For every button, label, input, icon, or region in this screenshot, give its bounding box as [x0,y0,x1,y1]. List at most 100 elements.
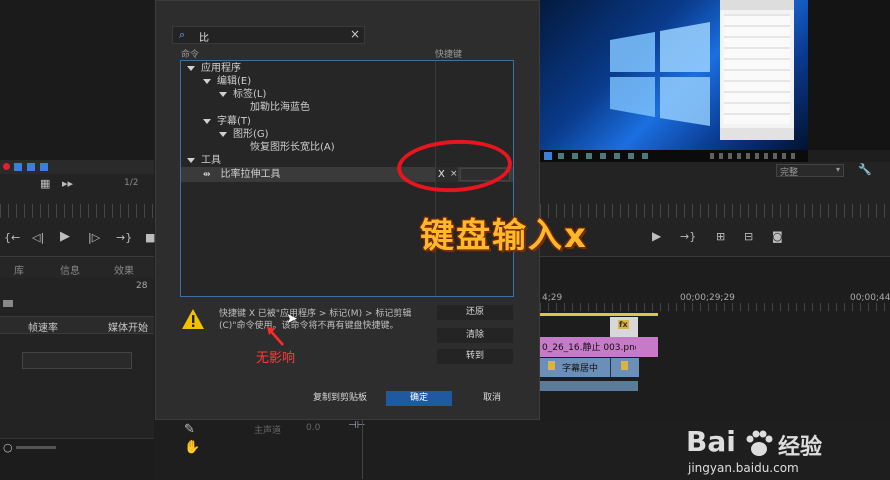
left-top-panel [0,0,154,160]
undo-button[interactable]: 还原 [437,305,513,320]
column-header: 帧速率 媒体开始 [0,316,154,334]
quality-value: 完整 [780,168,799,178]
list-item[interactable] [22,352,132,369]
cursor-icon: ➤ [286,311,298,327]
taskbar-apps [558,153,648,159]
zoom-slider[interactable] [16,446,56,449]
chat-window [720,0,794,140]
left-tabs-bar: 库 信息 效果 [0,256,154,279]
tab-info[interactable]: 信息 [60,262,80,277]
mark-in-icon[interactable]: {← [4,232,20,244]
fx-badge[interactable]: fx [610,317,638,337]
film-icon[interactable]: ▦ [40,178,50,190]
chat-header [720,0,794,10]
overlay-caption: 键盘输入x [420,216,588,256]
go-to-out-icon[interactable]: →} [116,232,132,244]
app-icon [27,163,35,171]
tree-item-label-menu[interactable]: 标签(L) [181,88,513,101]
paw-icon [746,430,773,456]
tree-item-label: 加勒比海蓝色 [250,102,310,113]
expand-triangle-icon[interactable] [219,91,227,97]
hand-icon[interactable]: ✋ [184,441,200,454]
tree-item-edit[interactable]: 编辑(E) [181,75,513,88]
tree-item-label: 比率拉伸工具 [220,169,281,180]
watermark-brand: Bai [686,425,736,458]
expand-triangle-icon[interactable] [187,65,195,71]
extract-icon[interactable]: ⊟ [744,231,753,243]
tree-item-label: 字幕(T) [217,116,251,127]
right-monitor-bar: 完整 ▾ 🔧 [540,162,890,180]
col-media-start[interactable]: 媒体开始 [108,319,148,334]
pen-icon[interactable]: ✎ [184,423,195,436]
step-icon[interactable]: ▸▸ [62,178,73,190]
rate-stretch-icon: ⇹ [203,170,211,180]
search-icon: ⌕ [179,28,186,41]
more-icon[interactable]: ■ [145,232,155,244]
track-label: 主声道 [254,426,282,436]
cancel-button[interactable]: 取消 [461,391,523,406]
tree-item-label: 编辑(E) [217,76,252,87]
expand-triangle-icon[interactable] [203,118,211,124]
search-input[interactable]: 比 [199,29,209,44]
timecode-c: 00;00;44; [850,293,890,303]
windows-logo-icon [610,22,710,126]
tree-item-label: 恢复图形长宽比(A) [250,142,335,153]
timecode-b: 00;00;29;29 [680,293,735,303]
ruler [540,303,890,311]
tab-library[interactable]: 库 [14,262,24,277]
start-icon[interactable] [544,152,552,160]
project-panel: 28 帧速率 媒体开始 ▤ ▣ ◧ ▥ [0,278,154,449]
annotation-no-effect: 无影响 [256,351,296,366]
play-icon[interactable]: ▶ [60,230,70,243]
search-field[interactable]: ⌕ 比 × [172,26,365,44]
goto-button[interactable]: 转到 [437,349,513,364]
clip-audio[interactable] [540,381,638,391]
expand-triangle-icon[interactable] [203,78,211,84]
clip-image[interactable]: 0_26_16.静止 003.png [540,337,658,357]
timecode-a: 4;29 [542,293,563,303]
tree-item-label: 标签(L) [233,89,267,100]
clear-icon[interactable]: × [350,27,360,41]
column-command[interactable]: 命令 [181,47,199,60]
tree-item-label: 应用程序 [201,63,241,74]
column-shortcut[interactable]: 快捷键 [435,47,462,60]
go-to-out-icon[interactable]: →} [680,231,696,243]
export-frame-icon[interactable]: ◙ [772,231,783,243]
expand-triangle-icon[interactable] [187,157,195,163]
zoom-out-icon[interactable]: ○ [3,442,13,454]
watermark-brand2: 经验 [778,435,823,460]
clear-button[interactable]: 清除 [437,328,513,343]
work-area-bar[interactable] [540,313,658,316]
folder-icon[interactable] [3,300,13,307]
tree-item-application[interactable]: 应用程序 [181,62,513,75]
wrench-icon[interactable]: 🔧 [858,164,872,176]
warning-text-line2: (C)"命令使用。该命令将不再有键盘快捷键。 [219,321,399,331]
app-icon [40,163,48,171]
fx-small [548,361,555,370]
ok-button[interactable]: 确定 [386,391,452,406]
app-icon [14,163,22,171]
taskbar [540,150,808,162]
step-back-icon[interactable]: ◁| [32,232,44,244]
timeline-panel: 4;29 00;00;29;29 00;00;44; fx 0_26_16.静止… [540,256,890,421]
clip-title-2[interactable] [610,358,639,377]
ruler [540,204,890,218]
quality-select[interactable]: 完整 ▾ [776,164,844,178]
copy-to-clipboard-button[interactable]: 复制到剪贴板 [305,391,375,406]
left-toolbar [0,160,154,174]
track-value: 0.0 [306,423,321,433]
fx-small [621,361,628,370]
divider [362,420,363,479]
warning-icon [182,309,204,329]
tree-item-caribbean-blue[interactable]: 加勒比海蓝色 [181,101,513,114]
play-icon[interactable]: ▶ [652,230,661,242]
step-forward-icon[interactable]: |▷ [88,232,100,244]
fx-label: fx [618,320,629,329]
tab-effects[interactable]: 效果 [114,262,134,277]
tree-item-titles[interactable]: 字幕(T) [181,115,513,128]
expand-triangle-icon[interactable] [219,131,227,137]
tree-item-label: 图形(G) [233,129,269,140]
col-framerate[interactable]: 帧速率 [28,319,58,334]
left-bottom-bar: ○ [0,438,154,480]
lift-icon[interactable]: ⊞ [716,231,725,243]
